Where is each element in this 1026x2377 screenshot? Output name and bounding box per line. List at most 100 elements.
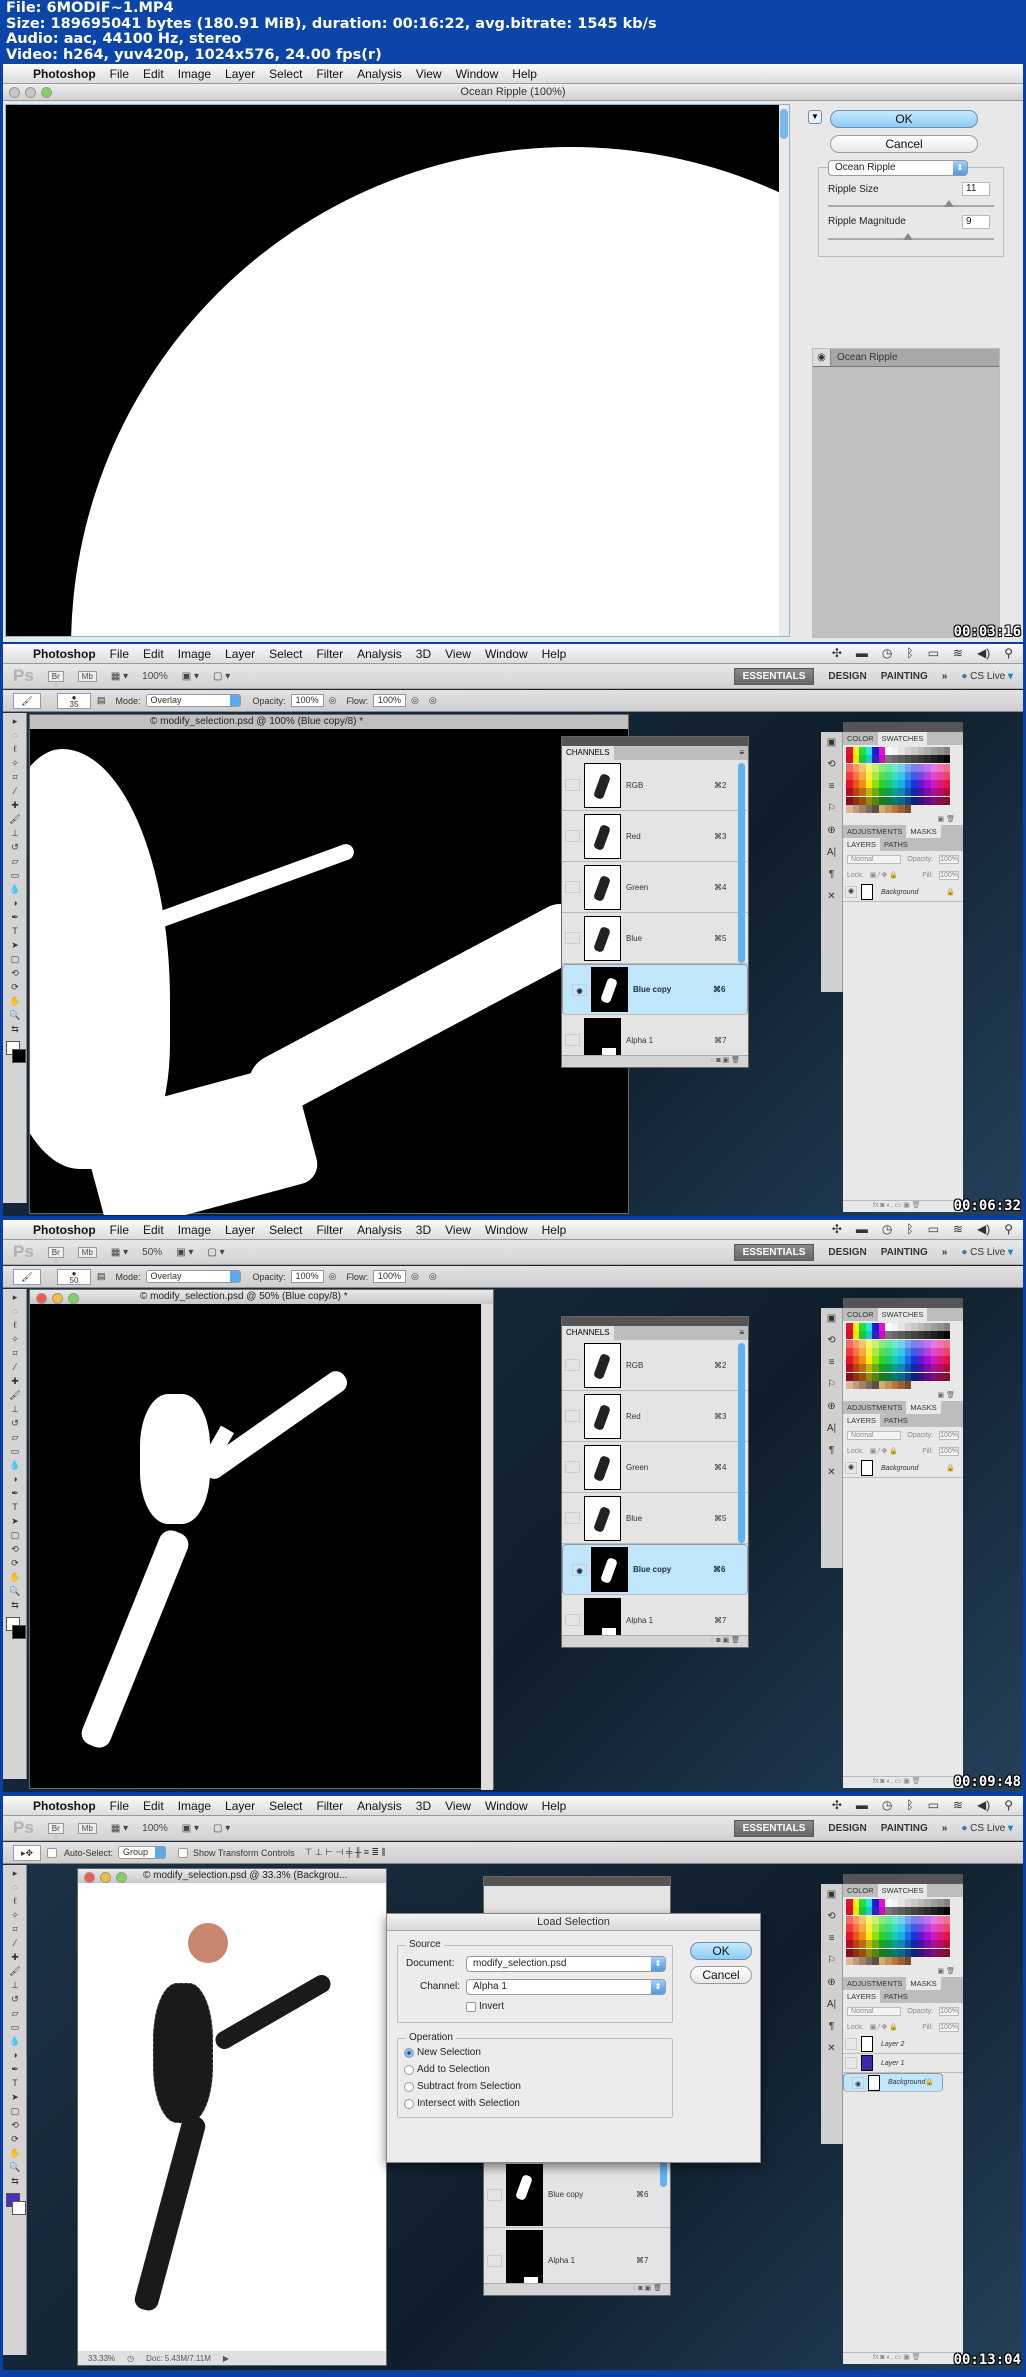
visibility-toggle[interactable] — [845, 2038, 857, 2050]
tool-presets-icon[interactable]: ✕ — [821, 886, 842, 908]
ripple-size-slider-thumb[interactable] — [944, 200, 955, 207]
menu-filter[interactable]: Filter — [316, 1799, 343, 1813]
document-titlebar[interactable]: © modify_selection.psd @ 33.3% (Backgrou… — [78, 1869, 386, 1883]
eye-icon[interactable]: ◉ — [572, 1563, 587, 1576]
workspace-essentials[interactable]: ESSENTIALS — [733, 1820, 815, 1837]
marquee-tool-icon[interactable]: ◌ — [6, 1882, 24, 1893]
opacity-input[interactable]: 100% — [290, 1270, 324, 1283]
menu-view[interactable]: View — [445, 1223, 471, 1237]
cs-live-button[interactable]: ● CS Live ▾ — [961, 1823, 1013, 1834]
ripple-size-input[interactable]: 11 — [962, 182, 990, 196]
brush-preset-picker[interactable]: ● 35 — [57, 692, 91, 709]
minimize-button[interactable] — [25, 87, 36, 98]
view-extras-icon[interactable]: ▦ ▾ — [111, 1247, 128, 1258]
tab-paths[interactable]: PATHS — [880, 838, 912, 851]
lasso-tool-icon[interactable]: ℓ — [6, 1896, 24, 1907]
swatch[interactable] — [943, 1323, 950, 1331]
collapse-gallery-icon[interactable]: ▼ — [808, 110, 822, 124]
swatch[interactable] — [943, 1907, 950, 1916]
clone-source-icon[interactable]: ⊕ — [821, 1396, 842, 1418]
ok-button[interactable]: OK — [830, 110, 978, 128]
layer-row[interactable]: ◉ Background 🔒 — [843, 2073, 944, 2092]
workspace-essentials[interactable]: ESSENTIALS — [733, 1244, 815, 1261]
menu-image[interactable]: Image — [178, 1223, 211, 1237]
show-transform-checkbox[interactable] — [178, 1847, 191, 1858]
character-icon[interactable]: A| — [821, 1418, 842, 1440]
effect-layer[interactable]: ◉ Ocean Ripple — [813, 349, 999, 367]
wifi-icon[interactable]: ≋ — [953, 1798, 963, 1812]
document-select[interactable]: modify_selection.psd ⇕ — [466, 1956, 666, 1972]
swatch[interactable] — [943, 788, 950, 797]
bluetooth-icon[interactable]: ᛒ — [906, 1222, 913, 1236]
tab-swatches[interactable]: SWATCHES — [877, 1308, 928, 1321]
hand-tool-icon[interactable]: ✋ — [6, 1572, 24, 1583]
visibility-toggle[interactable] — [565, 1512, 580, 1524]
network-icon[interactable]: ✣ — [832, 646, 842, 660]
bridge-button[interactable]: Br — [47, 670, 64, 682]
history-icon[interactable]: ⟲ — [821, 1906, 842, 1928]
operation-radio-intersect-with-selection[interactable]: Intersect with Selection — [404, 2098, 520, 2109]
eye-icon[interactable]: ◉ — [852, 2076, 864, 2089]
menu-window[interactable]: Window — [456, 67, 499, 81]
visibility-toggle[interactable] — [565, 1034, 580, 1046]
document-scrollbar[interactable] — [481, 1304, 493, 1790]
paragraph-icon[interactable]: ¶ — [821, 2016, 842, 2038]
panel-header[interactable] — [562, 1317, 748, 1326]
path-select-icon[interactable]: ➤ — [6, 1516, 24, 1527]
eyedropper-tool-icon[interactable]: ⁄ — [6, 786, 24, 797]
tab-layers[interactable]: LAYERS — [843, 838, 881, 851]
3d-rotate-icon[interactable]: ⟲ — [6, 1544, 24, 1555]
quick-select-tool-icon[interactable]: ✧ — [6, 758, 24, 769]
layer-opacity-input[interactable]: 100% — [939, 1430, 959, 1440]
3d-orbit-icon[interactable]: ⟳ — [6, 1558, 24, 1569]
clone-stamp-icon[interactable]: ⊥ — [6, 1404, 24, 1415]
wifi-icon[interactable]: ≋ — [953, 646, 963, 660]
swatch[interactable] — [943, 747, 950, 755]
pen-tool-icon[interactable]: ✒ — [6, 2064, 24, 2075]
menu-select[interactable]: Select — [269, 1223, 302, 1237]
3d-rotate-icon[interactable]: ⟲ — [6, 2120, 24, 2131]
document-canvas[interactable] — [78, 1883, 386, 2353]
screen-mode-icon[interactable]: ▢ ▾ — [207, 1247, 224, 1258]
auto-select-checkbox[interactable] — [47, 1847, 60, 1858]
tab-adjustments[interactable]: ADJUSTMENTS — [843, 825, 906, 838]
menu-photoshop[interactable]: Photoshop — [33, 67, 96, 81]
swatch[interactable] — [943, 804, 950, 813]
display-icon[interactable]: ▬ — [856, 646, 868, 660]
menu-help[interactable]: Help — [542, 647, 567, 661]
arrange-documents-icon[interactable]: ▣ ▾ — [182, 671, 199, 682]
close-button[interactable] — [9, 87, 20, 98]
time-machine-icon[interactable]: ◷ — [882, 1798, 892, 1812]
menu-filter[interactable]: Filter — [316, 647, 343, 661]
type-tool-icon[interactable]: T — [6, 2078, 24, 2089]
workspace-more[interactable]: » — [942, 1823, 948, 1834]
swatch[interactable] — [943, 780, 950, 788]
ok-button[interactable]: OK — [690, 1942, 752, 1960]
menu-file[interactable]: File — [110, 1799, 129, 1813]
tab-swatches[interactable]: SWATCHES — [877, 732, 928, 745]
swatch[interactable] — [943, 1347, 950, 1356]
hand-tool-icon[interactable]: ✋ — [6, 996, 24, 1007]
type-tool-icon[interactable]: T — [6, 1502, 24, 1513]
swap-colors-icon[interactable]: ⇆ — [6, 1024, 24, 1035]
menu-3d[interactable]: 3D — [416, 1223, 431, 1237]
panel-header[interactable] — [562, 737, 748, 746]
path-select-icon[interactable]: ➤ — [6, 2092, 24, 2103]
3d-orbit-icon[interactable]: ⟳ — [6, 2134, 24, 2145]
zoom-button[interactable] — [116, 1872, 127, 1883]
workspace-painting[interactable]: PAINTING — [881, 1823, 928, 1834]
channel-row[interactable]: Blue ⌘5 — [562, 913, 748, 964]
channel-row[interactable]: Green ⌘4 — [562, 1442, 748, 1493]
mini-bridge-button[interactable]: Mb — [77, 670, 97, 682]
tab-layers[interactable]: LAYERS — [843, 1990, 881, 2003]
menu-analysis[interactable]: Analysis — [357, 647, 402, 661]
move-tool-icon[interactable]: ▸ — [6, 716, 24, 727]
crop-tool-icon[interactable]: ⌗ — [6, 1348, 24, 1359]
move-tool-icon[interactable]: ▸ — [6, 1868, 24, 1879]
document-canvas[interactable] — [30, 1304, 480, 1790]
clone-source-icon[interactable]: ⊕ — [821, 820, 842, 842]
history-brush-icon[interactable]: ↺ — [6, 1418, 24, 1429]
close-button[interactable] — [84, 1872, 95, 1883]
workspace-painting[interactable]: PAINTING — [881, 1247, 928, 1258]
swatch[interactable] — [943, 1915, 950, 1924]
